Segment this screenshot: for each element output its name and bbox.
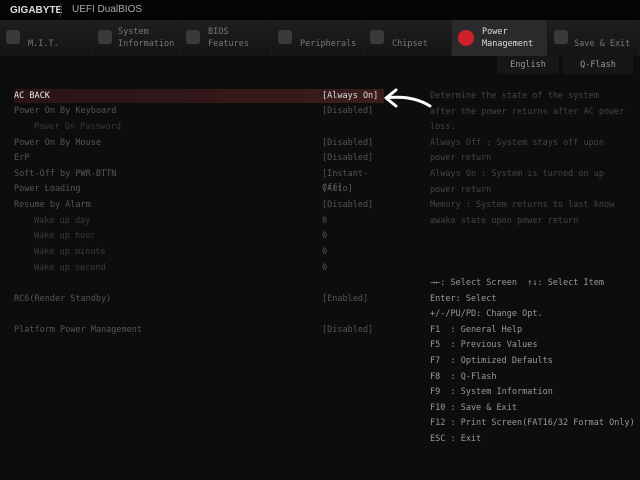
key-help-line: →←: Select Screen ↑↓: Select Item (430, 278, 604, 288)
setting-label: RC6(Render Standby) (14, 294, 112, 304)
setting-value[interactable]: 0 (322, 261, 327, 275)
help-text: Determine the state of the system after t… (430, 89, 635, 229)
help-line: loss. (430, 122, 456, 133)
setting-row[interactable]: Wake up minute 0 (14, 245, 384, 259)
setting-value[interactable]: 0 (322, 229, 327, 243)
tab-label: Features (208, 39, 249, 49)
setting-label: Wake up second (34, 263, 106, 273)
chipset-icon (370, 30, 384, 44)
tab-label: Management (482, 39, 534, 49)
setting-row[interactable]: Power On By Keyboard [Disabled] (14, 104, 384, 118)
mit-icon (6, 30, 20, 44)
setting-label: Power On Password (34, 122, 121, 132)
setting-value[interactable]: [Always On] (322, 89, 378, 103)
tab-label: Information (118, 39, 175, 49)
qflash-button[interactable]: Q-Flash (563, 56, 633, 74)
setting-value[interactable]: [Disabled] (322, 323, 373, 337)
key-help-line: Enter: Select (430, 293, 497, 304)
key-help-line: F9 : System Information (430, 387, 553, 398)
tab-label: Save & Exit (574, 39, 631, 49)
key-help-line: F7 : Optimized Defaults (430, 355, 553, 366)
peripherals-icon (278, 30, 292, 44)
help-line: Memory : System returns to last know (430, 200, 615, 211)
tab-label: Power (482, 27, 508, 37)
key-help-line: F8 : Q-Flash (430, 371, 497, 382)
divider (60, 3, 61, 17)
setting-label: ErP (14, 153, 30, 163)
setting-row[interactable]: Platform Power Management [Disabled] (14, 323, 384, 337)
setting-row[interactable]: RC6(Render Standby) [Enabled] (14, 292, 384, 306)
setting-label: AC BACK (14, 91, 50, 101)
setting-value[interactable]: 0 (322, 245, 327, 259)
key-help-line: F10 : Save & Exit (430, 402, 517, 413)
tab-mit[interactable]: M.I.T. (0, 20, 92, 56)
tab-chipset[interactable]: Chipset (364, 20, 452, 56)
tab-save-exit[interactable]: Save & Exit (548, 20, 640, 56)
setting-row[interactable]: Soft-Off by PWR-BTTN [Instant-Off] (14, 167, 384, 193)
help-line: power return (430, 184, 492, 195)
help-line: power return (430, 153, 492, 164)
setting-row[interactable]: Resume by Alarm [Disabled] (14, 198, 384, 212)
exit-icon (554, 30, 568, 44)
setting-value[interactable]: [Enabled] (322, 292, 368, 306)
gear-icon (98, 30, 112, 44)
english-button[interactable]: English (497, 56, 559, 74)
setting-row[interactable]: AC BACK [Always On] (14, 89, 384, 103)
setting-label: Wake up hour (34, 231, 96, 241)
bios-icon (186, 30, 200, 44)
tab-label: M.I.T. (28, 39, 59, 49)
setting-row[interactable]: Power Loading [Auto] (14, 182, 384, 196)
tab-bios-features[interactable]: BIOS Features (180, 20, 272, 56)
help-line: after the power returns after AC power (430, 106, 625, 117)
setting-row[interactable]: Wake up second 0 (14, 261, 384, 275)
setting-row[interactable]: Power On Password (14, 120, 384, 134)
arrow-annotation-icon (384, 88, 432, 108)
setting-value[interactable]: [Disabled] (322, 198, 373, 212)
setting-value[interactable]: [Disabled] (322, 151, 373, 165)
key-legend: →←: Select Screen ↑↓: Select Item Enter: … (430, 276, 635, 448)
tab-label: Peripherals (300, 39, 357, 49)
title-bar: GIGABYTE UEFI DualBIOS (0, 0, 640, 20)
tab-label: Chipset (392, 39, 428, 49)
key-help-line: ESC : Exit (430, 433, 482, 444)
setting-label: Power On By Mouse (14, 138, 101, 148)
setting-value[interactable]: [Auto] (322, 182, 353, 196)
setting-row[interactable]: Wake up hour 0 (14, 229, 384, 243)
setting-label: Power Loading (14, 184, 81, 194)
setting-value[interactable]: [Disabled] (322, 136, 373, 150)
tab-power-management[interactable]: Power Management (452, 20, 548, 56)
tab-label: System (118, 27, 149, 37)
help-line: Determine the state of the system (430, 91, 599, 101)
setting-label: Soft-Off by PWR-BTTN (14, 169, 117, 179)
setting-label: Platform Power Management (14, 325, 142, 335)
tab-system-information[interactable]: System Information (92, 20, 180, 56)
key-help-line: F12 : Print Screen(FAT16/32 Format Only) (430, 418, 635, 429)
help-line: Always Off : System stays off upon (430, 137, 604, 148)
setting-value[interactable]: 0 (322, 214, 327, 228)
setting-label: Power On By Keyboard (14, 106, 117, 116)
help-line: Always On : System is turned on up (430, 168, 604, 179)
key-help-line: F1 : General Help (430, 324, 523, 335)
key-help-line: F5 : Previous Values (430, 340, 538, 351)
setting-label: Wake up minute (34, 247, 106, 257)
setting-row[interactable]: Power On By Mouse [Disabled] (14, 136, 384, 150)
setting-label: Resume by Alarm (14, 200, 91, 210)
power-icon (458, 30, 474, 46)
product-name: UEFI DualBIOS (72, 4, 143, 15)
brand-logo: GIGABYTE (10, 5, 63, 16)
setting-value[interactable]: [Disabled] (322, 104, 373, 118)
tab-label: BIOS (208, 27, 229, 37)
tab-peripherals[interactable]: Peripherals (272, 20, 364, 56)
key-help-line: +/-/PU/PD: Change Opt. (430, 309, 543, 320)
setting-label: Wake up day (34, 216, 91, 226)
setting-row[interactable]: Wake up day 0 (14, 214, 384, 228)
main-tabs: M.I.T. System Information BIOS Features Pe… (0, 20, 640, 56)
setting-row[interactable]: ErP [Disabled] (14, 151, 384, 165)
help-line: awake state upon power return (430, 215, 579, 226)
